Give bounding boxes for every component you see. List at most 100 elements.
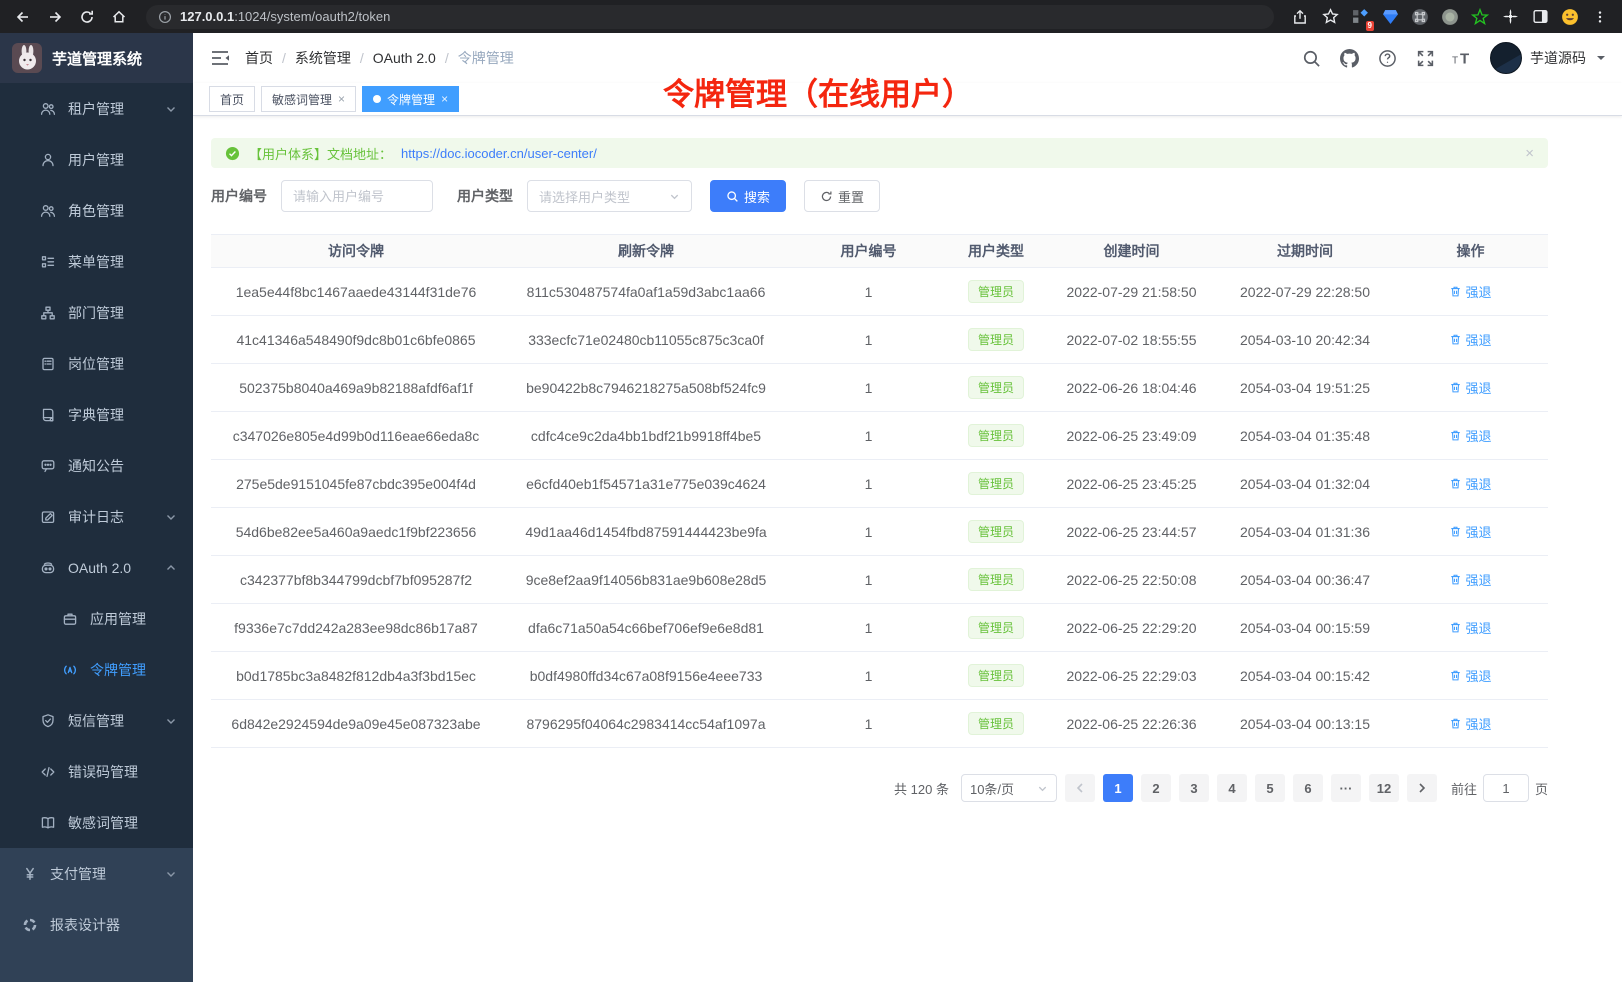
extension-gem-icon[interactable] [1378, 5, 1402, 29]
page-button-1[interactable]: 1 [1103, 774, 1133, 802]
share-icon[interactable] [1288, 5, 1312, 29]
page-button-4[interactable]: 4 [1217, 774, 1247, 802]
sidebar-item-短信管理[interactable]: 短信管理 [0, 695, 193, 746]
tab-敏感词管理[interactable]: 敏感词管理× [261, 86, 356, 112]
sidebar-item-岗位管理[interactable]: 岗位管理 [0, 338, 193, 389]
force-logout-button[interactable]: 强退 [1449, 474, 1491, 493]
cell-access-token: 54d6be82ee5a460a9aedc1f9bf223656 [211, 524, 501, 540]
force-logout-button[interactable]: 强退 [1449, 282, 1491, 301]
audit-log-icon [40, 509, 56, 525]
bookmark-star-icon[interactable] [1318, 5, 1342, 29]
force-logout-button[interactable]: 强退 [1449, 378, 1491, 397]
tab-close-icon[interactable]: × [338, 92, 345, 106]
next-page-button[interactable] [1407, 774, 1437, 802]
search-button[interactable]: 搜索 [710, 180, 786, 212]
more-pages-button[interactable]: ··· [1331, 774, 1361, 802]
extension-pinwheel-icon[interactable] [1498, 5, 1522, 29]
sidebar-item-审计日志[interactable]: 审计日志 [0, 491, 193, 542]
sidebar-item-OAuth 2.0[interactable]: OAuth 2.0 [0, 542, 193, 593]
collapse-sidebar-icon[interactable] [209, 47, 231, 69]
breadcrumb-item[interactable]: 首页 [245, 48, 273, 68]
browser-back-icon[interactable] [10, 4, 36, 30]
sidebar-item-租户管理[interactable]: 租户管理 [0, 83, 193, 134]
user-id-input[interactable] [281, 180, 433, 212]
prev-page-button[interactable] [1065, 774, 1095, 802]
user-menu[interactable]: 芋道源码 [1490, 42, 1606, 74]
sidebar-item-label: 部门管理 [68, 303, 124, 323]
font-size-icon[interactable]: TT [1452, 47, 1474, 69]
user-type-select[interactable]: 请选择用户类型 [527, 180, 692, 212]
breadcrumb-separator: / [445, 50, 449, 66]
tab-令牌管理[interactable]: 令牌管理× [362, 86, 459, 112]
doc-link[interactable]: https://doc.iocoder.cn/user-center/ [401, 146, 597, 161]
table-row: c342377bf8b344799dcbf7bf095287f29ce8ef2a… [211, 556, 1548, 604]
address-bar[interactable]: 127.0.0.1:1024/system/oauth2/token [146, 5, 1274, 29]
page-button-3[interactable]: 3 [1179, 774, 1209, 802]
browser-home-icon[interactable] [106, 4, 132, 30]
force-logout-button[interactable]: 强退 [1449, 330, 1491, 349]
alert-text: 【用户体系】文档地址： [249, 144, 392, 163]
force-logout-button[interactable]: 强退 [1449, 618, 1491, 637]
cell-created-at: 2022-06-25 23:49:09 [1046, 428, 1217, 444]
cell-created-at: 2022-06-25 23:44:57 [1046, 524, 1217, 540]
sidebar-item-支付管理[interactable]: 支付管理 [0, 848, 193, 899]
reset-button[interactable]: 重置 [804, 180, 880, 212]
sidebar-item-角色管理[interactable]: 角色管理 [0, 185, 193, 236]
page-content: 【用户体系】文档地址： https://doc.iocoder.cn/user-… [193, 116, 1622, 826]
sidebar-item-部门管理[interactable]: 部门管理 [0, 287, 193, 338]
sidebar-item-字典管理[interactable]: 字典管理 [0, 389, 193, 440]
site-info-icon[interactable] [158, 10, 172, 24]
page-button-2[interactable]: 2 [1141, 774, 1171, 802]
breadcrumb-item[interactable]: 系统管理 [295, 48, 351, 68]
page-size-select[interactable]: 10条/页 [961, 774, 1057, 802]
sidebar-item-菜单管理[interactable]: 菜单管理 [0, 236, 193, 287]
cell-access-token: f9336e7c7dd242a283ee98dc86b17a87 [211, 620, 501, 636]
fullscreen-icon[interactable] [1414, 47, 1436, 69]
browser-forward-icon[interactable] [42, 4, 68, 30]
github-icon[interactable] [1338, 47, 1360, 69]
extension-blocks-icon[interactable]: 9 [1348, 5, 1372, 29]
page-button-6[interactable]: 6 [1293, 774, 1323, 802]
browser-reload-icon[interactable] [74, 4, 100, 30]
force-logout-button[interactable]: 强退 [1449, 426, 1491, 445]
page-button-5[interactable]: 5 [1255, 774, 1285, 802]
app-logo-row[interactable]: 芋道管理系统 [0, 33, 193, 83]
error-code-icon [40, 764, 56, 780]
breadcrumb-item[interactable]: OAuth 2.0 [373, 50, 436, 66]
sidebar-item-令牌管理[interactable]: 令牌管理 [0, 644, 193, 695]
user-type-badge: 管理员 [968, 472, 1024, 495]
browser-menu-icon[interactable] [1588, 5, 1612, 29]
sidebar-item-用户管理[interactable]: 用户管理 [0, 134, 193, 185]
extension-command-icon[interactable] [1408, 5, 1432, 29]
sidebar-item-应用管理[interactable]: 应用管理 [0, 593, 193, 644]
sidebar-item-敏感词管理[interactable]: 敏感词管理 [0, 797, 193, 848]
force-logout-button[interactable]: 强退 [1449, 666, 1491, 685]
sidebar-item-label: 应用管理 [90, 609, 146, 629]
tab-首页[interactable]: 首页 [209, 86, 255, 112]
pay-yen-icon [22, 866, 38, 882]
goto-page-input[interactable] [1483, 774, 1529, 802]
page-button-12[interactable]: 12 [1369, 774, 1399, 802]
extension-green-star-icon[interactable] [1468, 5, 1492, 29]
help-icon[interactable] [1376, 47, 1398, 69]
force-logout-button[interactable]: 强退 [1449, 522, 1491, 541]
cell-user-type: 管理员 [946, 280, 1046, 303]
column-header-操作: 操作 [1393, 241, 1548, 261]
breadcrumb-separator: / [282, 50, 286, 66]
extension-circle-icon[interactable] [1438, 5, 1462, 29]
sidebar-item-通知公告[interactable]: 通知公告 [0, 440, 193, 491]
side-panel-icon[interactable] [1528, 5, 1552, 29]
force-logout-button[interactable]: 强退 [1449, 714, 1491, 733]
cell-access-token: c342377bf8b344799dcbf7bf095287f2 [211, 572, 501, 588]
tab-close-icon[interactable]: × [441, 92, 448, 106]
cell-access-token: b0d1785bc3a8482f812db4a3f3bd15ec [211, 668, 501, 684]
cell-access-token: c347026e805e4d99b0d116eae66eda8c [211, 428, 501, 444]
sidebar-item-报表设计器[interactable]: 报表设计器 [0, 899, 193, 950]
app-title: 芋道管理系统 [52, 48, 142, 69]
force-logout-button[interactable]: 强退 [1449, 570, 1491, 589]
sidebar: 芋道管理系统 租户管理 用户管理 角色管理 菜单管理 部门管理 岗位管理 字典管… [0, 33, 193, 982]
emoji-extension-icon[interactable] [1558, 5, 1582, 29]
search-icon[interactable] [1300, 47, 1322, 69]
sidebar-item-错误码管理[interactable]: 错误码管理 [0, 746, 193, 797]
alert-close-icon[interactable]: × [1525, 145, 1534, 162]
